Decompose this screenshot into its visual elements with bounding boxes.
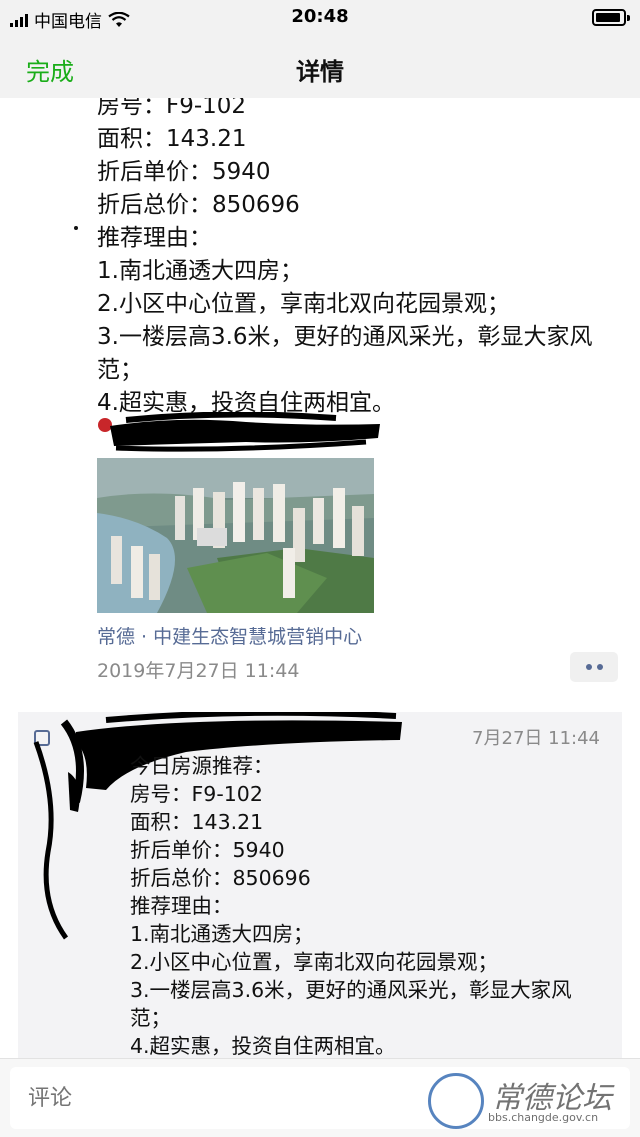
comment-line: 2.小区中心位置，享南北双向花园景观；	[130, 950, 499, 974]
post-line: 房号：F9-102	[97, 98, 247, 119]
comment-line: 房号：F9-102	[130, 782, 263, 806]
comment-text: 今日房源推荐： 房号：F9-102 面积：143.21 折后单价：5940 折后…	[130, 752, 610, 1058]
post-timestamp: 2019年7月27日 11:44	[97, 660, 300, 682]
nav-bar: 完成 详情	[0, 36, 640, 98]
comment-icon	[34, 730, 50, 746]
post-line: 面积：143.21	[97, 126, 247, 152]
comment-time: 7月27日 11:44	[472, 728, 600, 749]
comment-line: 今日房源推荐：	[130, 754, 274, 778]
redaction-scribble	[110, 412, 380, 452]
post-text: 房号：F9-102 面积：143.21 折后单价：5940 折后总价：85069…	[97, 98, 617, 420]
post-line: 推荐理由：	[97, 225, 212, 251]
forum-logo-icon	[428, 1073, 484, 1129]
dot-icon	[596, 664, 603, 670]
post-location-link[interactable]: 常德 · 中建生态智慧城营销中心	[97, 622, 362, 649]
more-actions-button[interactable]	[570, 652, 618, 682]
comment-line: 折后总价：850696	[130, 866, 311, 890]
post-photo[interactable]	[97, 458, 374, 613]
moment-post: 房号：F9-102 面积：143.21 折后单价：5940 折后总价：85069…	[0, 98, 640, 704]
battery-icon	[592, 9, 630, 26]
watermark-url: bbs.changde.gov.cn	[488, 1111, 599, 1124]
status-bar: 中国电信 20:48	[0, 0, 640, 36]
comment-area: 7月27日 11:44 今日房源推荐： 房号：F9-102 面积：143.21 …	[18, 712, 622, 1058]
dot-icon	[585, 664, 592, 670]
status-time: 20:48	[291, 6, 349, 27]
post-line: 折后总价：850696	[97, 192, 300, 218]
comment-line: 面积：143.21	[130, 810, 264, 834]
comment-line: 4.超实惠，投资自住两相宜。	[130, 1034, 396, 1058]
done-button[interactable]: 完成	[26, 52, 74, 87]
city-aerial-image	[97, 458, 374, 613]
post-line: 1.南北通透大四房；	[97, 258, 303, 284]
comment-line: 推荐理由：	[130, 894, 233, 918]
comment-line: 1.南北通透大四房；	[130, 922, 314, 946]
forum-watermark: 常德论坛 bbs.changde.gov.cn	[428, 1073, 618, 1129]
comment-line: 3.一楼层高3.6米，更好的通风采光，彰显大家风范；	[130, 978, 572, 1030]
stray-dot	[74, 226, 78, 230]
comment-line: 折后单价：5940	[130, 838, 285, 862]
post-line: 折后单价：5940	[97, 159, 271, 185]
input-bar: 常德论坛 bbs.changde.gov.cn	[0, 1058, 640, 1137]
page-title: 详情	[296, 58, 344, 86]
post-line: 3.一楼层高3.6米，更好的通风采光，彰显大家风范；	[97, 324, 593, 383]
post-line: 2.小区中心位置，享南北双向花园景观；	[97, 291, 510, 317]
